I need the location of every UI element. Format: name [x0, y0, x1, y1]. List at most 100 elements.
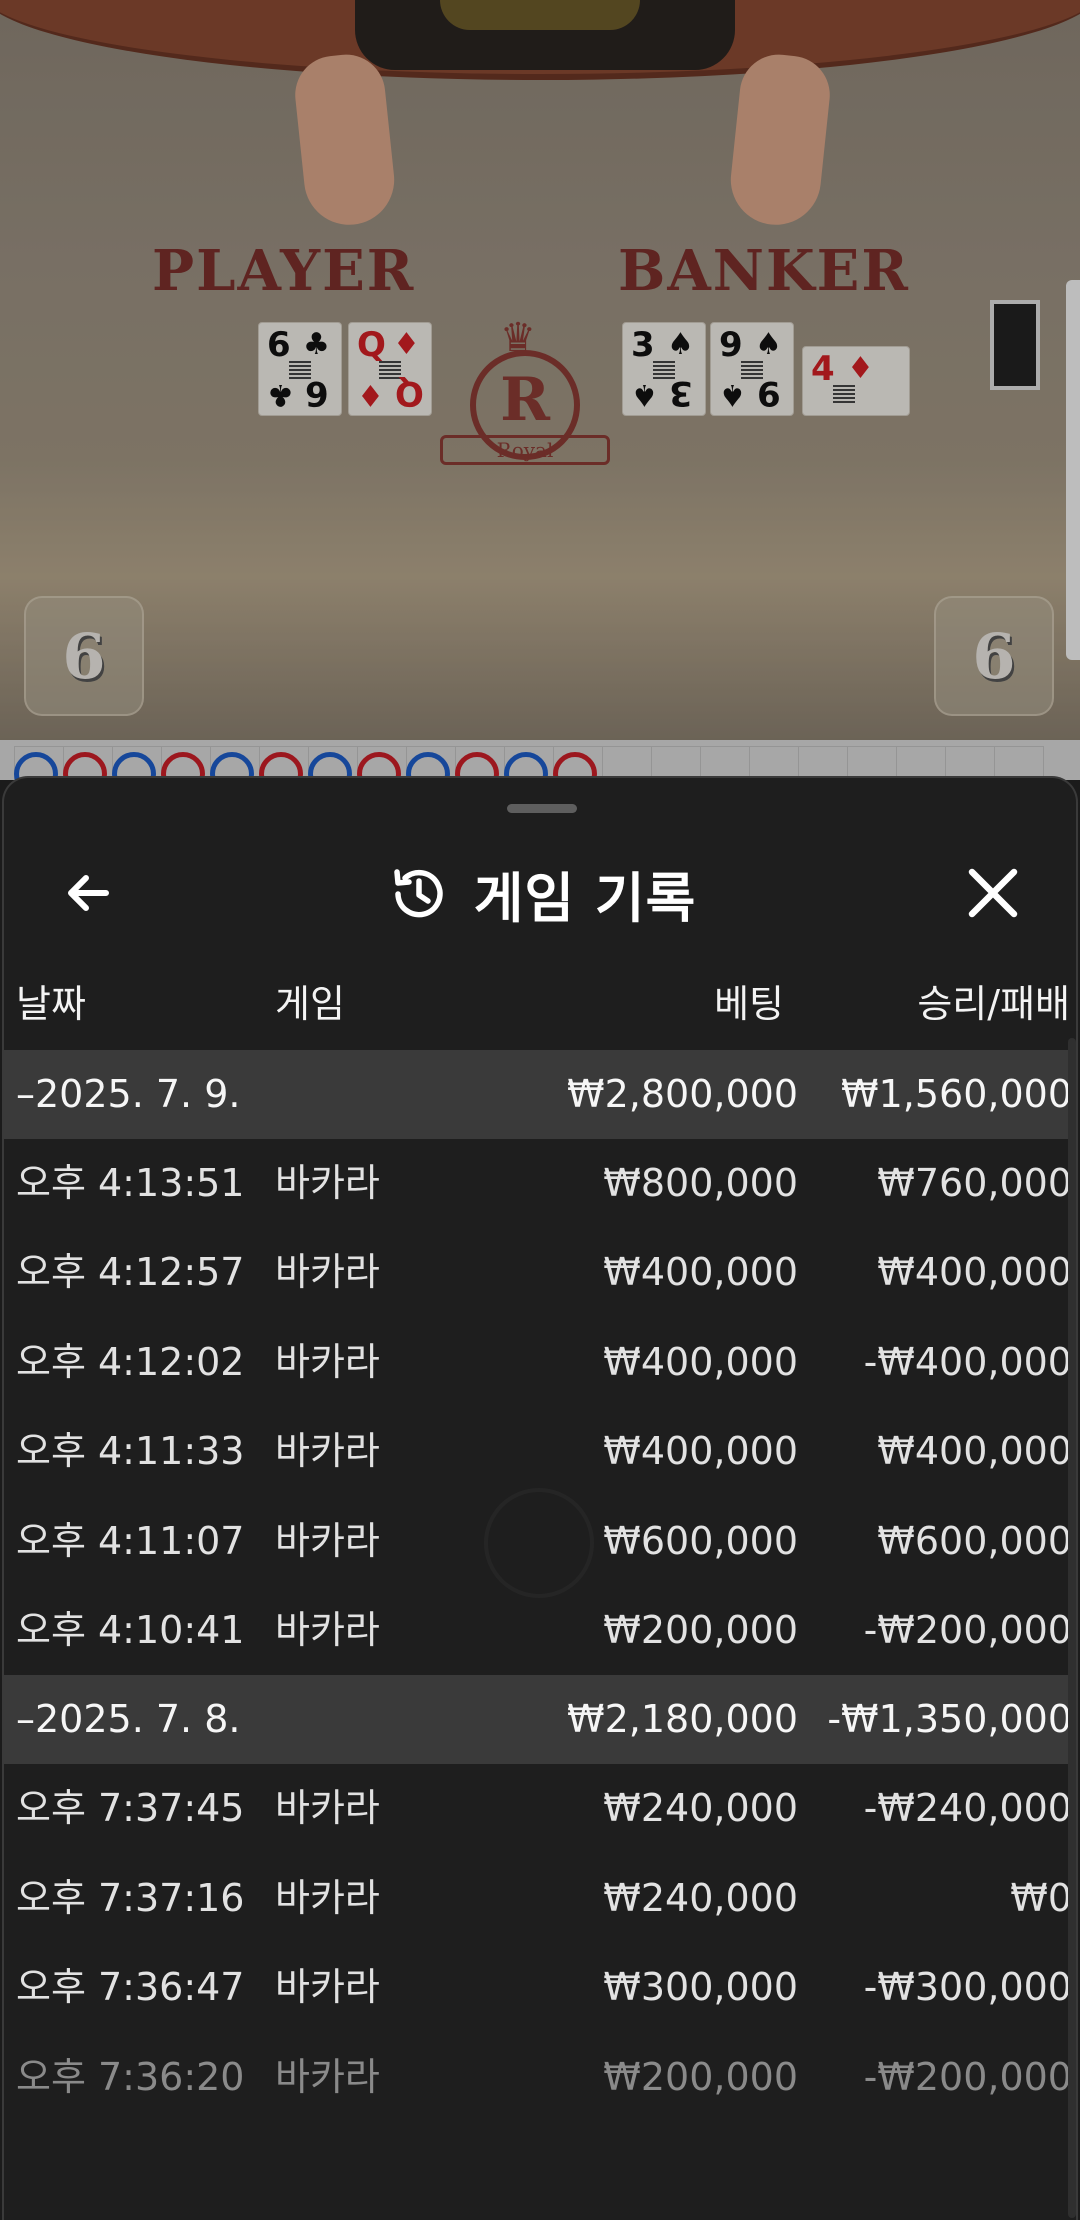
row-win-loss: ₩400,000	[877, 1429, 1072, 1474]
row-win-loss: -₩240,000	[863, 1786, 1072, 1831]
date-group-header[interactable]: –2025. 7. 8. ₩2,180,000 -₩1,350,000	[4, 1675, 1076, 1765]
history-row[interactable]: 오후 7:36:47 바카라 ₩300,000 -₩300,000	[4, 1943, 1076, 2032]
row-time: 오후 7:36:47	[16, 1965, 245, 2010]
game-history-sheet: 게임 기록 날짜 게임 베팅 승리/패배 –2025. 7. 9. ₩2,800…	[2, 776, 1078, 2220]
group-bet-total: ₩2,800,000	[567, 1072, 798, 1116]
card-suit: ♦	[357, 377, 384, 412]
row-bet: ₩400,000	[603, 1339, 798, 1384]
row-game: 바카라	[275, 1875, 380, 1920]
banker-card-2: 9 ♠ 9 ♠	[710, 322, 794, 416]
group-win-loss-total: ₩1,560,000	[841, 1072, 1072, 1116]
row-win-loss: -₩200,000	[863, 2054, 1072, 2099]
side-panel-edge	[1066, 280, 1080, 660]
group-win-loss-total: -₩1,350,000	[827, 1697, 1072, 1742]
history-row[interactable]: 오후 4:13:51 바카라 ₩800,000 ₩760,000	[4, 1139, 1076, 1228]
card-rank: 6	[267, 325, 291, 365]
row-bet: ₩240,000	[603, 1875, 798, 1920]
history-row[interactable]: 오후 7:37:45 바카라 ₩240,000 -₩240,000	[4, 1764, 1076, 1853]
row-win-loss: -₩200,000	[863, 1607, 1072, 1652]
history-row[interactable]: 오후 4:12:57 바카라 ₩400,000 ₩400,000	[4, 1228, 1076, 1317]
row-bet: ₩400,000	[603, 1250, 798, 1295]
banker-score: 6	[934, 596, 1054, 716]
list-scrollbar[interactable]	[1068, 1038, 1076, 2218]
history-list: –2025. 7. 9. ₩2,800,000 ₩1,560,000 오후 4:…	[4, 1050, 1076, 2122]
close-button[interactable]	[958, 858, 1028, 928]
banker-card-1: 3 ♠ 3 ♠	[622, 322, 706, 416]
row-bet: ₩800,000	[603, 1161, 798, 1205]
row-time: 오후 4:10:41	[16, 1607, 245, 1652]
dealer-vest	[440, 0, 640, 30]
row-game: 바카라	[275, 1786, 380, 1831]
card-rank: 6	[305, 373, 329, 413]
history-row[interactable]: 오후 7:36:20 바카라 ₩200,000 -₩200,000	[4, 2033, 1076, 2122]
row-bet: ₩200,000	[603, 1607, 798, 1652]
banker-card-3: 4 ♦	[802, 346, 910, 416]
sheet-drag-handle[interactable]	[507, 804, 577, 813]
emblem-ribbon: Royal	[440, 435, 610, 465]
history-row[interactable]: 오후 4:11:07 바카라 ₩600,000 ₩600,000	[4, 1497, 1076, 1586]
emblem-letter: R	[500, 365, 550, 435]
row-bet: ₩240,000	[603, 1786, 798, 1831]
group-date: –2025. 7. 9.	[16, 1072, 241, 1116]
group-date: –2025. 7. 8.	[16, 1697, 241, 1742]
row-win-loss: -₩300,000	[863, 1965, 1072, 2010]
row-win-loss: ₩400,000	[877, 1250, 1072, 1295]
history-icon	[393, 868, 443, 917]
royal-emblem: ♛ R Royal	[430, 315, 620, 485]
row-bet: ₩300,000	[603, 1965, 798, 2010]
card-rank: Q	[395, 373, 424, 413]
row-game: 바카라	[275, 1339, 380, 1384]
card-suit: ♣	[303, 327, 330, 362]
row-time: 오후 4:12:57	[16, 1250, 245, 1295]
history-row[interactable]: 오후 4:12:02 바카라 ₩400,000 -₩400,000	[4, 1318, 1076, 1407]
card-suit: ♠	[631, 377, 658, 412]
live-video-feed: PLAYER BANKER 6 ♣ 6 ♣ Q ♦ Q ♦ ♛ R Royal …	[0, 0, 1080, 740]
row-time: 오후 7:37:45	[16, 1786, 245, 1831]
row-game: 바카라	[275, 1429, 380, 1474]
player-card-1: 6 ♣ 6 ♣	[258, 322, 342, 416]
dealer-hand-right	[726, 50, 834, 230]
row-time: 오후 4:12:02	[16, 1339, 245, 1384]
column-header-game: 게임	[275, 982, 345, 1026]
history-row[interactable]: 오후 4:10:41 바카라 ₩200,000 -₩200,000	[4, 1586, 1076, 1675]
sheet-title: 게임 기록	[473, 867, 697, 930]
row-time: 오후 4:11:33	[16, 1429, 245, 1474]
close-icon	[968, 868, 1018, 918]
card-rank: 9	[757, 373, 781, 413]
card-suit: ♦	[393, 327, 420, 362]
player-score: 6	[24, 596, 144, 716]
row-win-loss: ₩600,000	[877, 1518, 1072, 1563]
row-game: 바카라	[275, 1161, 380, 1205]
row-game: 바카라	[275, 1250, 380, 1295]
column-header-win-loss: 승리/패배	[917, 982, 1070, 1026]
row-win-loss: ₩760,000	[877, 1161, 1072, 1205]
row-time: 오후 4:13:51	[16, 1161, 245, 1205]
row-bet: ₩400,000	[603, 1429, 798, 1474]
banker-label: BANKER	[618, 238, 910, 304]
player-card-2: Q ♦ Q ♦	[348, 322, 432, 416]
row-game: 바카라	[275, 1518, 380, 1563]
card-suit: ♠	[755, 327, 782, 362]
row-time: 오후 4:11:07	[16, 1518, 245, 1563]
row-game: 바카라	[275, 2054, 380, 2099]
card-suit: ♣	[267, 377, 294, 412]
row-time: 오후 7:36:20	[16, 2054, 245, 2099]
group-bet-total: ₩2,180,000	[567, 1697, 798, 1742]
card-suit: ♠	[719, 377, 746, 412]
row-win-loss: -₩400,000	[863, 1339, 1072, 1384]
card-rank: 9	[719, 325, 743, 365]
dealer-hand-left	[291, 50, 399, 230]
row-bet: ₩600,000	[603, 1518, 798, 1563]
card-rank: 3	[631, 325, 655, 365]
row-game: 바카라	[275, 1607, 380, 1652]
date-group-header[interactable]: –2025. 7. 9. ₩2,800,000 ₩1,560,000	[4, 1050, 1076, 1139]
card-rank: 4	[811, 349, 835, 389]
card-shoe	[990, 300, 1040, 390]
history-row[interactable]: 오후 7:37:16 바카라 ₩240,000 ₩0	[4, 1854, 1076, 1943]
card-suit: ♠	[667, 327, 694, 362]
row-bet: ₩200,000	[603, 2054, 798, 2099]
sheet-header: 게임 기록	[4, 838, 1076, 948]
player-label: PLAYER	[152, 238, 416, 304]
row-win-loss: ₩0	[1010, 1875, 1072, 1920]
history-row[interactable]: 오후 4:11:33 바카라 ₩400,000 ₩400,000	[4, 1407, 1076, 1496]
